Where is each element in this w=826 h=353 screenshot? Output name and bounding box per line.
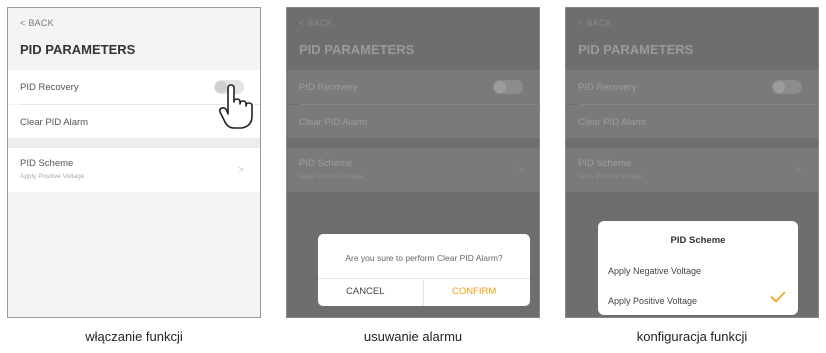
chevron-right-icon: >	[238, 165, 244, 176]
screen-configure-function: < BACK PID PARAMETERS PID Recovery Clear …	[565, 7, 819, 318]
pid-recovery-toggle[interactable]	[493, 80, 523, 94]
pid-recovery-row: PID Recovery	[287, 70, 539, 104]
back-label: BACK	[28, 18, 54, 28]
chevron-right-icon: >	[517, 165, 523, 176]
pid-scheme-row[interactable]: PID Scheme Apply Positive Voltage >	[566, 148, 818, 192]
back-button[interactable]: < BACK	[299, 18, 333, 28]
clear-pid-alarm-row[interactable]: Clear PID Alarm	[566, 105, 818, 138]
back-button[interactable]: < BACK	[578, 18, 612, 28]
checkmark-icon	[770, 291, 786, 303]
section-gap	[566, 138, 818, 148]
toggle-knob	[773, 81, 785, 93]
chevron-left-icon: <	[578, 18, 584, 28]
pid-scheme-value: Apply Positive Voltage	[299, 173, 364, 180]
option-apply-negative-voltage[interactable]: Apply Negative Voltage	[608, 266, 701, 276]
pid-scheme-value: Apply Positive Voltage	[578, 173, 643, 180]
pid-scheme-value: Apply Positive Voltage	[20, 173, 85, 180]
back-label: BACK	[586, 18, 612, 28]
pid-recovery-label: PID Recovery	[20, 82, 79, 93]
divider	[423, 278, 424, 306]
clear-pid-alarm-label: Clear PID Alarm	[299, 117, 368, 128]
page-title: PID PARAMETERS	[578, 42, 694, 57]
back-label: BACK	[307, 18, 333, 28]
pid-scheme-sheet: PID Scheme Apply Negative Voltage Apply …	[598, 221, 798, 315]
chevron-left-icon: <	[299, 18, 305, 28]
pid-recovery-row: PID Recovery	[566, 70, 818, 104]
clear-pid-alarm-label: Clear PID Alarm	[20, 117, 89, 128]
sheet-title: PID Scheme	[670, 235, 726, 246]
back-button[interactable]: < BACK	[20, 18, 54, 28]
confirm-button[interactable]: CONFIRM	[452, 286, 496, 297]
confirm-dialog: Are you sure to perform Clear PID Alarm?…	[318, 234, 530, 306]
pid-recovery-label: PID Recovery	[299, 82, 358, 93]
toggle-knob	[494, 81, 506, 93]
dialog-message: Are you sure to perform Clear PID Alarm?	[345, 253, 503, 263]
pid-recovery-label: PID Recovery	[578, 82, 637, 93]
clear-pid-alarm-label: Clear PID Alarm	[578, 117, 647, 128]
divider	[318, 278, 530, 279]
pid-scheme-row[interactable]: PID Scheme Apply Positive Voltage >	[287, 148, 539, 192]
caption-enable-function: włączanie funkcji	[85, 329, 183, 344]
page-title: PID PARAMETERS	[20, 42, 136, 57]
section-gap	[287, 138, 539, 148]
clear-pid-alarm-row[interactable]: Clear PID Alarm	[287, 105, 539, 138]
pid-scheme-label: PID Scheme	[20, 158, 74, 169]
page-title: PID PARAMETERS	[299, 42, 415, 57]
pid-recovery-toggle[interactable]	[772, 80, 802, 94]
pid-scheme-label: PID Scheme	[299, 158, 353, 169]
caption-configure-function: konfiguracja funkcji	[636, 329, 748, 344]
cancel-button[interactable]: CANCEL	[346, 286, 385, 297]
caption-clear-alarm: usuwanie alarmu	[363, 329, 463, 344]
pid-scheme-row[interactable]: PID Scheme Apply Positive Voltage >	[8, 148, 260, 192]
chevron-left-icon: <	[20, 18, 26, 28]
section-gap	[8, 138, 260, 148]
screen-enable-function: < BACK PID PARAMETERS PID Recovery Clear …	[7, 7, 261, 318]
screen-clear-alarm: < BACK PID PARAMETERS PID Recovery Clear …	[286, 7, 540, 318]
chevron-right-icon: >	[796, 165, 802, 176]
option-apply-positive-voltage[interactable]: Apply Positive Voltage	[608, 296, 697, 306]
pointing-hand-icon	[218, 84, 253, 129]
pid-scheme-label: PID Scheme	[578, 158, 632, 169]
